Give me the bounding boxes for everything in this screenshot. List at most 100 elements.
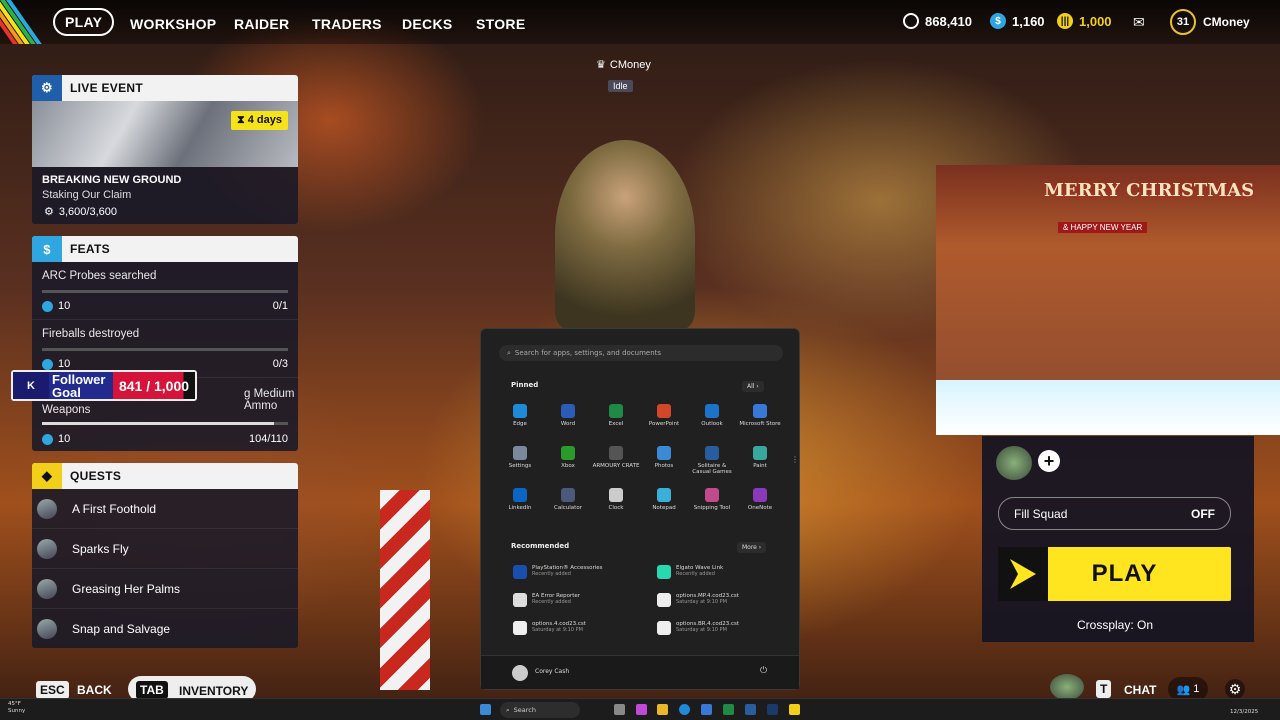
start-search-input[interactable]: ⌕ Search for apps, settings, and document… — [499, 345, 783, 361]
pinned-app[interactable]: Outlook — [688, 404, 736, 427]
store-icon[interactable] — [701, 704, 712, 715]
nav-store[interactable]: STORE — [466, 11, 535, 37]
app-label: Excel — [608, 421, 624, 427]
recommended-item[interactable]: Elgato Wave Link Recently added — [657, 565, 723, 579]
recommended-meta: Saturday at 9:10 PM — [676, 627, 727, 633]
feat-progress-bar — [42, 290, 288, 293]
file-explorer-icon[interactable] — [657, 704, 668, 715]
pinned-app[interactable]: Microsoft Store — [736, 404, 784, 427]
live-event-image: ⧗ 4 days — [32, 101, 298, 167]
squad-avatar[interactable] — [996, 446, 1032, 480]
player-level[interactable]: 31 — [1170, 9, 1196, 35]
recommended-text: options.BR.4.cod23.cst Saturday at 9:10 P… — [676, 621, 739, 635]
app-icon[interactable] — [723, 704, 734, 715]
player-tag: ♛ CMoney — [596, 58, 651, 72]
app-label: Outlook — [701, 421, 723, 427]
pinned-app[interactable]: Edge — [496, 404, 544, 427]
start-menu-footer: Corey Cash ⏻ — [481, 655, 799, 689]
esc-key[interactable]: ESC — [36, 681, 69, 699]
nav-workshop[interactable]: WORKSHOP — [120, 11, 226, 37]
player-status: Idle — [608, 80, 633, 92]
pinned-app[interactable]: PowerPoint — [640, 404, 688, 427]
pinned-app[interactable]: OneNote — [736, 488, 784, 511]
quest-title: Snap and Salvage — [72, 621, 171, 636]
fill-squad-value: OFF — [1191, 506, 1215, 521]
pinned-app[interactable]: Photos — [640, 446, 688, 469]
nav-traders[interactable]: TRADERS — [302, 11, 392, 37]
recommended-item[interactable]: options.MP.4.cod23.cst Saturday at 9:10 P… — [657, 593, 739, 607]
settings-gear-icon[interactable]: ⚙ — [1225, 679, 1245, 699]
quest-giver-avatar — [37, 618, 57, 639]
pinned-app[interactable]: LinkedIn — [496, 488, 544, 511]
add-squad-icon[interactable]: + — [1038, 450, 1060, 472]
quest-item[interactable]: Snap and Salvage — [32, 609, 298, 648]
task-view-icon[interactable] — [614, 704, 625, 715]
feat-progress-bar — [42, 348, 288, 351]
pinned-app[interactable]: Snipping Tool — [688, 488, 736, 511]
pinned-app[interactable]: Word — [544, 404, 592, 427]
friends-count: 1 — [1193, 683, 1200, 695]
player-avatar[interactable] — [1050, 674, 1084, 700]
nav-decks[interactable]: DECKS — [392, 11, 463, 37]
app-icon — [609, 446, 623, 460]
pinned-app[interactable]: ARMOURY CRATE — [592, 446, 640, 469]
feat-count: 104/110 — [249, 433, 288, 445]
back-button[interactable]: BACK — [77, 683, 112, 697]
app-label: LinkedIn — [508, 505, 532, 511]
app-icon — [561, 488, 575, 502]
quest-item[interactable]: A First Foothold — [32, 489, 298, 529]
nav-play[interactable]: PLAY — [53, 8, 115, 36]
pinned-app[interactable]: Excel — [592, 404, 640, 427]
pinned-app[interactable]: Settings — [496, 446, 544, 469]
game-icon[interactable] — [789, 704, 800, 715]
taskbar-search[interactable]: ⌕ Search — [500, 702, 580, 718]
fill-squad-toggle[interactable]: Fill Squad OFF — [998, 497, 1231, 530]
app-icon[interactable] — [745, 704, 756, 715]
weather-widget[interactable]: 45°F Sunny — [8, 701, 25, 715]
pinned-app[interactable]: Clock — [592, 488, 640, 511]
pinned-app[interactable]: Paint — [736, 446, 784, 469]
page-dots-icon[interactable]: ⋮ — [791, 455, 799, 464]
feat-name: ARC Probes searched — [42, 270, 157, 282]
taskbar-clock[interactable]: 12/3/2025 — [1230, 702, 1258, 716]
quest-item[interactable]: Sparks Fly — [32, 529, 298, 569]
snow-banner — [936, 380, 1280, 435]
edge-icon[interactable] — [679, 704, 690, 715]
play-button[interactable]: PLAY — [998, 547, 1231, 601]
file-icon — [513, 621, 527, 635]
start-user-name[interactable]: Corey Cash — [535, 668, 569, 675]
feat-item[interactable]: ARC Probes searched 10 0/1 — [32, 262, 298, 320]
overlay-subtitle: & HAPPY NEW YEAR — [1058, 222, 1148, 233]
live-event-subtitle: Staking Our Claim — [42, 189, 132, 201]
pinned-app[interactable]: Solitaire & Casual Games — [688, 446, 736, 475]
quest-item[interactable]: Greasing Her Palms — [32, 569, 298, 609]
more-button[interactable]: More › — [737, 542, 767, 553]
app-icon — [609, 404, 623, 418]
app-label: Photos — [654, 463, 674, 469]
all-apps-label: All — [747, 383, 755, 390]
mail-icon[interactable]: ✉ — [1133, 14, 1145, 31]
recommended-item[interactable]: options.4.cod23.cst Saturday at 9:10 PM — [513, 621, 586, 635]
windows-start-icon[interactable] — [480, 704, 491, 715]
username[interactable]: CMoney — [1203, 15, 1250, 29]
feats-panel: $ FEATS ARC Probes searched 10 0/1 Fireba… — [32, 236, 298, 451]
recommended-item[interactable]: PlayStation® Accessories Recently added — [513, 565, 603, 579]
pinned-app[interactable]: Xbox — [544, 446, 592, 469]
copilot-icon[interactable] — [636, 704, 647, 715]
all-apps-button[interactable]: All › — [742, 381, 764, 392]
app-label: Paint — [753, 463, 767, 469]
user-avatar[interactable] — [512, 665, 528, 681]
pinned-app[interactable]: Notepad — [640, 488, 688, 511]
recommended-item[interactable]: options.BR.4.cod23.cst Saturday at 9:10 P… — [657, 621, 739, 635]
steam-icon[interactable] — [767, 704, 778, 715]
quest-giver-avatar — [37, 538, 57, 559]
live-event-panel[interactable]: ⚙ LIVE EVENT ⧗ 4 days BREAKING NEW GROUND… — [32, 75, 298, 224]
recommended-text: EA Error Reporter Recently added — [532, 593, 580, 607]
nav-raider[interactable]: RAIDER — [224, 11, 299, 37]
app-icon — [513, 488, 527, 502]
power-icon[interactable]: ⏻ — [760, 666, 767, 676]
chat-button[interactable]: CHAT — [1124, 683, 1156, 697]
pinned-app[interactable]: Calculator — [544, 488, 592, 511]
recommended-item[interactable]: EA Error Reporter Recently added — [513, 593, 580, 607]
recommended-meta: Recently added — [532, 571, 571, 577]
